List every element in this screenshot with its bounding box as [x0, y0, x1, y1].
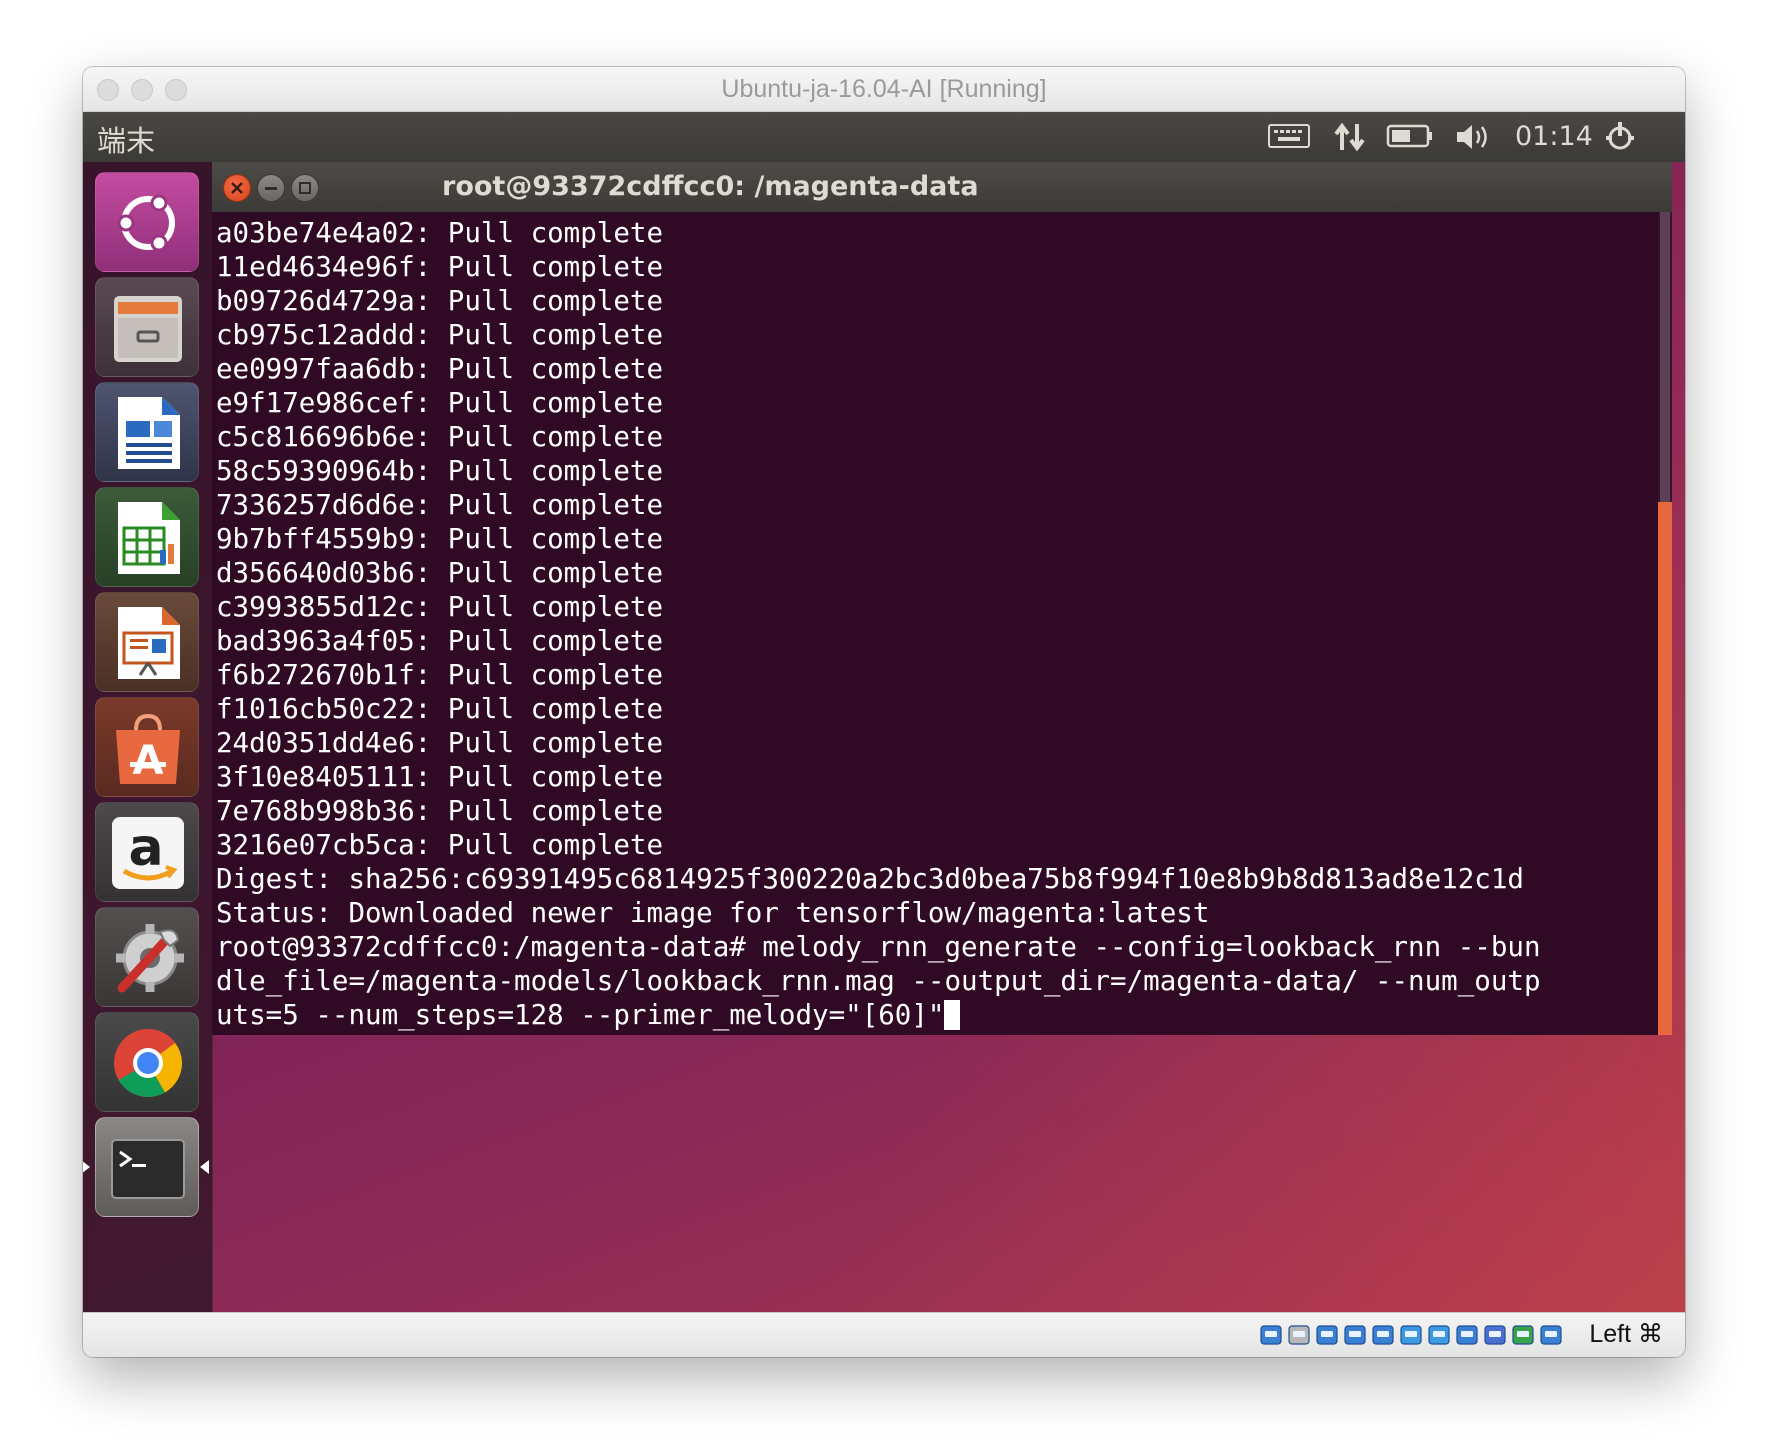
- power-icon[interactable]: [1603, 120, 1637, 163]
- terminal-icon: [111, 1139, 185, 1199]
- launcher-item-dash[interactable]: [95, 172, 199, 272]
- terminal-line: 58c59390964b: Pull complete: [216, 455, 664, 487]
- launcher-item-calc[interactable]: [95, 487, 199, 587]
- launcher-item-writer[interactable]: [95, 382, 199, 482]
- close-icon: [231, 182, 243, 194]
- terminal-titlebar[interactable]: root@93372cdffcc0: /magenta-data: [212, 162, 1672, 212]
- scrollbar-track[interactable]: [1660, 212, 1670, 502]
- launcher-item-system-settings[interactable]: [95, 907, 199, 1007]
- virtualbox-statusbar: Left ⌘: [83, 1312, 1685, 1357]
- terminal-scrollbar[interactable]: [1658, 212, 1672, 1035]
- ubuntu-dash-icon: [117, 194, 175, 252]
- calc-icon: [118, 502, 180, 574]
- system-settings-icon: [116, 924, 184, 993]
- launcher-item-software-center[interactable]: A: [95, 697, 199, 797]
- usb-icon[interactable]: [1315, 1323, 1339, 1347]
- terminal-line: dle_file=/magenta-models/lookback_rnn.ma…: [216, 965, 1541, 997]
- terminal-line: 9b7bff4559b9: Pull complete: [216, 523, 664, 555]
- clock[interactable]: 01:14: [1515, 120, 1593, 154]
- download-icon[interactable]: [1539, 1323, 1563, 1347]
- active-app-name: 端末: [97, 124, 156, 158]
- terminal-line: c5c816696b6e: Pull complete: [216, 421, 664, 453]
- terminal-line: Digest: sha256:c69391495c6814925f300220a…: [216, 863, 1524, 895]
- minimize-icon: [265, 187, 277, 190]
- terminal-line: 3216e07cb5ca: Pull complete: [216, 829, 664, 861]
- terminal-line: c3993855d12c: Pull complete: [216, 591, 664, 623]
- display-icon[interactable]: [1371, 1323, 1395, 1347]
- writer-icon: [118, 397, 180, 469]
- launcher-item-chrome[interactable]: [95, 1012, 199, 1112]
- chrome-icon: [114, 1029, 182, 1097]
- launcher-item-terminal[interactable]: [95, 1117, 199, 1217]
- cpu-icon[interactable]: [1483, 1323, 1507, 1347]
- network3-icon[interactable]: [1455, 1323, 1479, 1347]
- host-key-label[interactable]: Left ⌘: [1589, 1319, 1663, 1349]
- ubuntu-top-panel: 端末 01:14: [83, 112, 1685, 162]
- terminal-title: root@93372cdffcc0: /magenta-data: [442, 171, 979, 202]
- terminal-line: bad3963a4f05: Pull complete: [216, 625, 664, 657]
- virtualbox-window: Ubuntu-ja-16.04-AI [Running] 端末 01:14 A …: [83, 67, 1685, 1357]
- terminal-line: f1016cb50c22: Pull complete: [216, 693, 664, 725]
- terminal-line: f6b272670b1f: Pull complete: [216, 659, 664, 691]
- terminal-line: 7e768b998b36: Pull complete: [216, 795, 664, 827]
- unity-launcher: A a: [83, 162, 213, 1312]
- software-center-icon: A: [116, 713, 180, 784]
- amazon-icon: a: [112, 817, 184, 889]
- volume-icon[interactable]: [1454, 122, 1494, 161]
- terminal-line: 24d0351dd4e6: Pull complete: [216, 727, 664, 759]
- battery-icon[interactable]: [1386, 122, 1434, 159]
- impress-icon: [118, 607, 180, 679]
- mac-titlebar: Ubuntu-ja-16.04-AI [Running]: [83, 67, 1685, 112]
- svg-text:a: a: [128, 818, 163, 878]
- launcher-item-impress[interactable]: [95, 592, 199, 692]
- launcher-item-files[interactable]: [95, 277, 199, 377]
- terminal-line-current: uts=5 --num_steps=128 --primer_melody="[…: [216, 998, 1658, 1032]
- keyboard-icon[interactable]: [1268, 122, 1310, 159]
- terminal-command-tail: uts=5 --num_steps=128 --primer_melody="[…: [216, 999, 945, 1031]
- hdd-icon[interactable]: [1259, 1323, 1283, 1347]
- guest-additions-icon[interactable]: [1511, 1323, 1535, 1347]
- terminal-line: Status: Downloaded newer image for tenso…: [216, 897, 1210, 929]
- optical-icon[interactable]: [1287, 1323, 1311, 1347]
- network1-icon[interactable]: [1399, 1323, 1423, 1347]
- running-indicator-left: [83, 1160, 90, 1174]
- terminal-line: 7336257d6d6e: Pull complete: [216, 489, 664, 521]
- terminal-line: ee0997faa6db: Pull complete: [216, 353, 664, 385]
- files-icon: [114, 296, 182, 362]
- terminal-maximize-button[interactable]: [291, 174, 319, 202]
- terminal-window[interactable]: root@93372cdffcc0: /magenta-data a03be74…: [212, 162, 1672, 1035]
- terminal-line: b09726d4729a: Pull complete: [216, 285, 664, 317]
- terminal-close-button[interactable]: [223, 174, 251, 202]
- text-cursor: [944, 1000, 961, 1030]
- active-indicator-right: [200, 1160, 209, 1174]
- launcher-item-amazon[interactable]: a: [95, 802, 199, 902]
- svg-text:A: A: [133, 738, 164, 784]
- terminal-line: a03be74e4a02: Pull complete: [216, 217, 664, 249]
- terminal-line: 11ed4634e96f: Pull complete: [216, 251, 664, 283]
- terminal-line: root@93372cdffcc0:/magenta-data# melody_…: [216, 931, 1541, 963]
- shared-folders-icon[interactable]: [1343, 1323, 1367, 1347]
- terminal-output[interactable]: a03be74e4a02: Pull complete 11ed4634e96f:…: [212, 212, 1658, 1035]
- terminal-line: cb975c12addd: Pull complete: [216, 319, 664, 351]
- terminal-line: d356640d03b6: Pull complete: [216, 557, 664, 589]
- terminal-line: 3f10e8405111: Pull complete: [216, 761, 664, 793]
- maximize-icon: [299, 182, 311, 194]
- terminal-minimize-button[interactable]: [257, 174, 285, 202]
- network-icon[interactable]: [1333, 120, 1367, 163]
- terminal-line: e9f17e986cef: Pull complete: [216, 387, 664, 419]
- scrollbar-thumb[interactable]: [1658, 502, 1672, 1035]
- network2-icon[interactable]: [1427, 1323, 1451, 1347]
- window-title: Ubuntu-ja-16.04-AI [Running]: [721, 75, 1047, 103]
- ubuntu-desktop: 端末 01:14 A a root@93372cdffcc0: /magenta…: [83, 112, 1685, 1312]
